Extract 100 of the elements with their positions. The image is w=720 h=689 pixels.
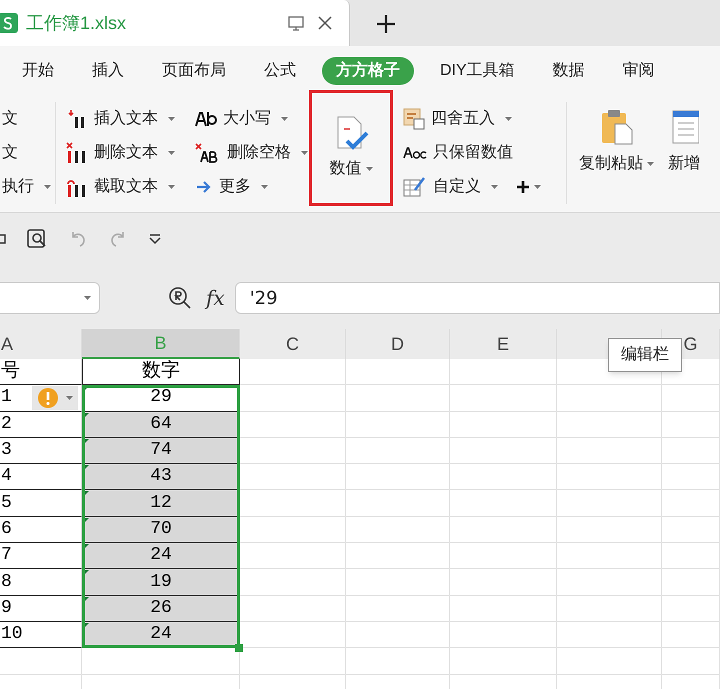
table-cell[interactable]: 数字 [82,359,240,386]
grid-cell[interactable] [557,438,662,464]
ribbon-tab[interactable]: 开始 [4,57,72,85]
grid-cell[interactable] [450,464,557,490]
grid-cell[interactable] [557,490,662,517]
ribbon-button[interactable]: 插入文本 [66,107,175,131]
ribbon-tab[interactable]: 审阅 [604,57,673,85]
table-cell[interactable]: 64 [82,412,240,438]
grid-cell[interactable] [240,412,346,438]
ribbon-button[interactable]: 删除文本 [66,141,175,165]
grid-cell[interactable] [346,569,450,596]
table-cell[interactable]: 43 [82,464,240,490]
grid-cell[interactable] [240,596,346,622]
table-cell[interactable]: 70 [82,516,240,544]
grid-cell[interactable] [450,412,557,438]
grid-cell[interactable] [346,464,450,490]
grid-cell[interactable] [557,385,662,412]
ribbon-large-button[interactable]: 复制粘贴 [579,102,654,204]
grid-cell[interactable] [450,648,557,675]
grid-cell[interactable] [450,596,557,622]
monitor-icon[interactable] [287,14,305,32]
zoom-search-icon[interactable] [168,286,192,310]
grid-cell[interactable] [557,543,662,570]
grid-cell[interactable] [240,569,346,596]
ribbon-tab[interactable]: 公式 [246,57,314,85]
grid-cell[interactable] [450,543,557,570]
ribbon-button[interactable]: 删除空格 [195,141,308,165]
grid-cell[interactable] [240,359,346,386]
grid-cell[interactable] [557,596,662,622]
grid-cell[interactable] [450,490,557,517]
grid-cell[interactable] [662,490,720,517]
ribbon-large-button[interactable]: 新增 [668,102,700,204]
customize-icon[interactable] [148,233,162,245]
grid-cell[interactable] [662,569,720,596]
grid-cell[interactable] [240,543,346,570]
table-cell[interactable]: 12 [82,490,240,517]
grid-cell[interactable] [240,438,346,464]
ribbon-button[interactable]: 大小写 [195,107,288,131]
close-icon[interactable] [317,15,333,31]
ribbon-button[interactable]: 自定义 [403,175,498,199]
fill-handle[interactable] [235,644,243,652]
grid-cell[interactable] [346,359,450,386]
grid-cell[interactable] [450,438,557,464]
ribbon-button[interactable]: 文 [2,107,18,131]
grid-cell[interactable] [450,359,557,386]
grid-cell[interactable] [346,385,450,412]
table-cell[interactable]: 26 [82,596,240,622]
name-box[interactable] [0,282,100,314]
table-cell[interactable]: 24 [82,543,240,570]
grid-cell[interactable] [346,648,450,675]
grid-cell[interactable] [557,622,662,648]
grid-cell[interactable] [240,516,346,544]
print-preview-icon[interactable] [26,228,48,250]
grid-cell[interactable] [346,490,450,517]
grid-cell[interactable] [662,412,720,438]
grid-cell[interactable] [450,516,557,544]
grid-cell[interactable] [662,648,720,675]
grid-cell[interactable] [346,438,450,464]
grid-cell[interactable] [450,569,557,596]
grid-cell[interactable] [240,464,346,490]
ribbon-button[interactable]: 更多 [195,175,268,199]
ribbon-button[interactable]: 执行 [2,175,51,199]
grid-cell[interactable] [662,596,720,622]
ribbon-large-button[interactable]: 数值 [309,90,393,206]
grid-cell[interactable] [240,490,346,517]
table-cell[interactable]: 19 [82,569,240,596]
new-tab-icon[interactable] [376,14,396,34]
ribbon-tab[interactable]: 插入 [74,57,142,85]
grid-cell[interactable] [0,648,82,675]
formula-input[interactable]: '29 [234,282,720,314]
grid-cell[interactable] [557,412,662,438]
grid-cell[interactable] [662,543,720,570]
function-label[interactable]: fx [206,283,225,313]
ribbon-tab[interactable]: 数据 [534,57,603,85]
add-button[interactable] [516,180,541,194]
ribbon-button[interactable]: 四舍五入 [403,107,512,131]
grid-cell[interactable] [240,385,346,412]
ribbon-button[interactable]: 只保留数值 [403,141,513,165]
grid-cell[interactable] [557,516,662,544]
ribbon-button[interactable]: 文 [2,141,18,165]
table-cell[interactable]: 74 [82,438,240,464]
grid-cell[interactable] [662,516,720,544]
grid-cell[interactable] [346,622,450,648]
warning-button[interactable] [32,386,78,410]
grid-cell[interactable] [557,569,662,596]
grid-cell[interactable] [662,622,720,648]
document-tab[interactable]: 工作簿1.xlsx [0,0,350,46]
grid-cell[interactable] [346,596,450,622]
ribbon-tab[interactable]: DIY工具箱 [422,57,533,85]
grid-cell[interactable] [450,622,557,648]
grid-cell[interactable] [557,648,662,675]
grid-cell[interactable] [450,385,557,412]
grid-cell[interactable] [662,438,720,464]
grid-cell[interactable] [346,412,450,438]
grid-cell[interactable] [662,464,720,490]
grid-cell[interactable] [346,543,450,570]
grid-cell[interactable] [346,516,450,544]
ribbon-button[interactable]: 截取文本 [66,175,175,199]
grid-cell[interactable] [557,464,662,490]
grid-cell[interactable] [662,385,720,412]
